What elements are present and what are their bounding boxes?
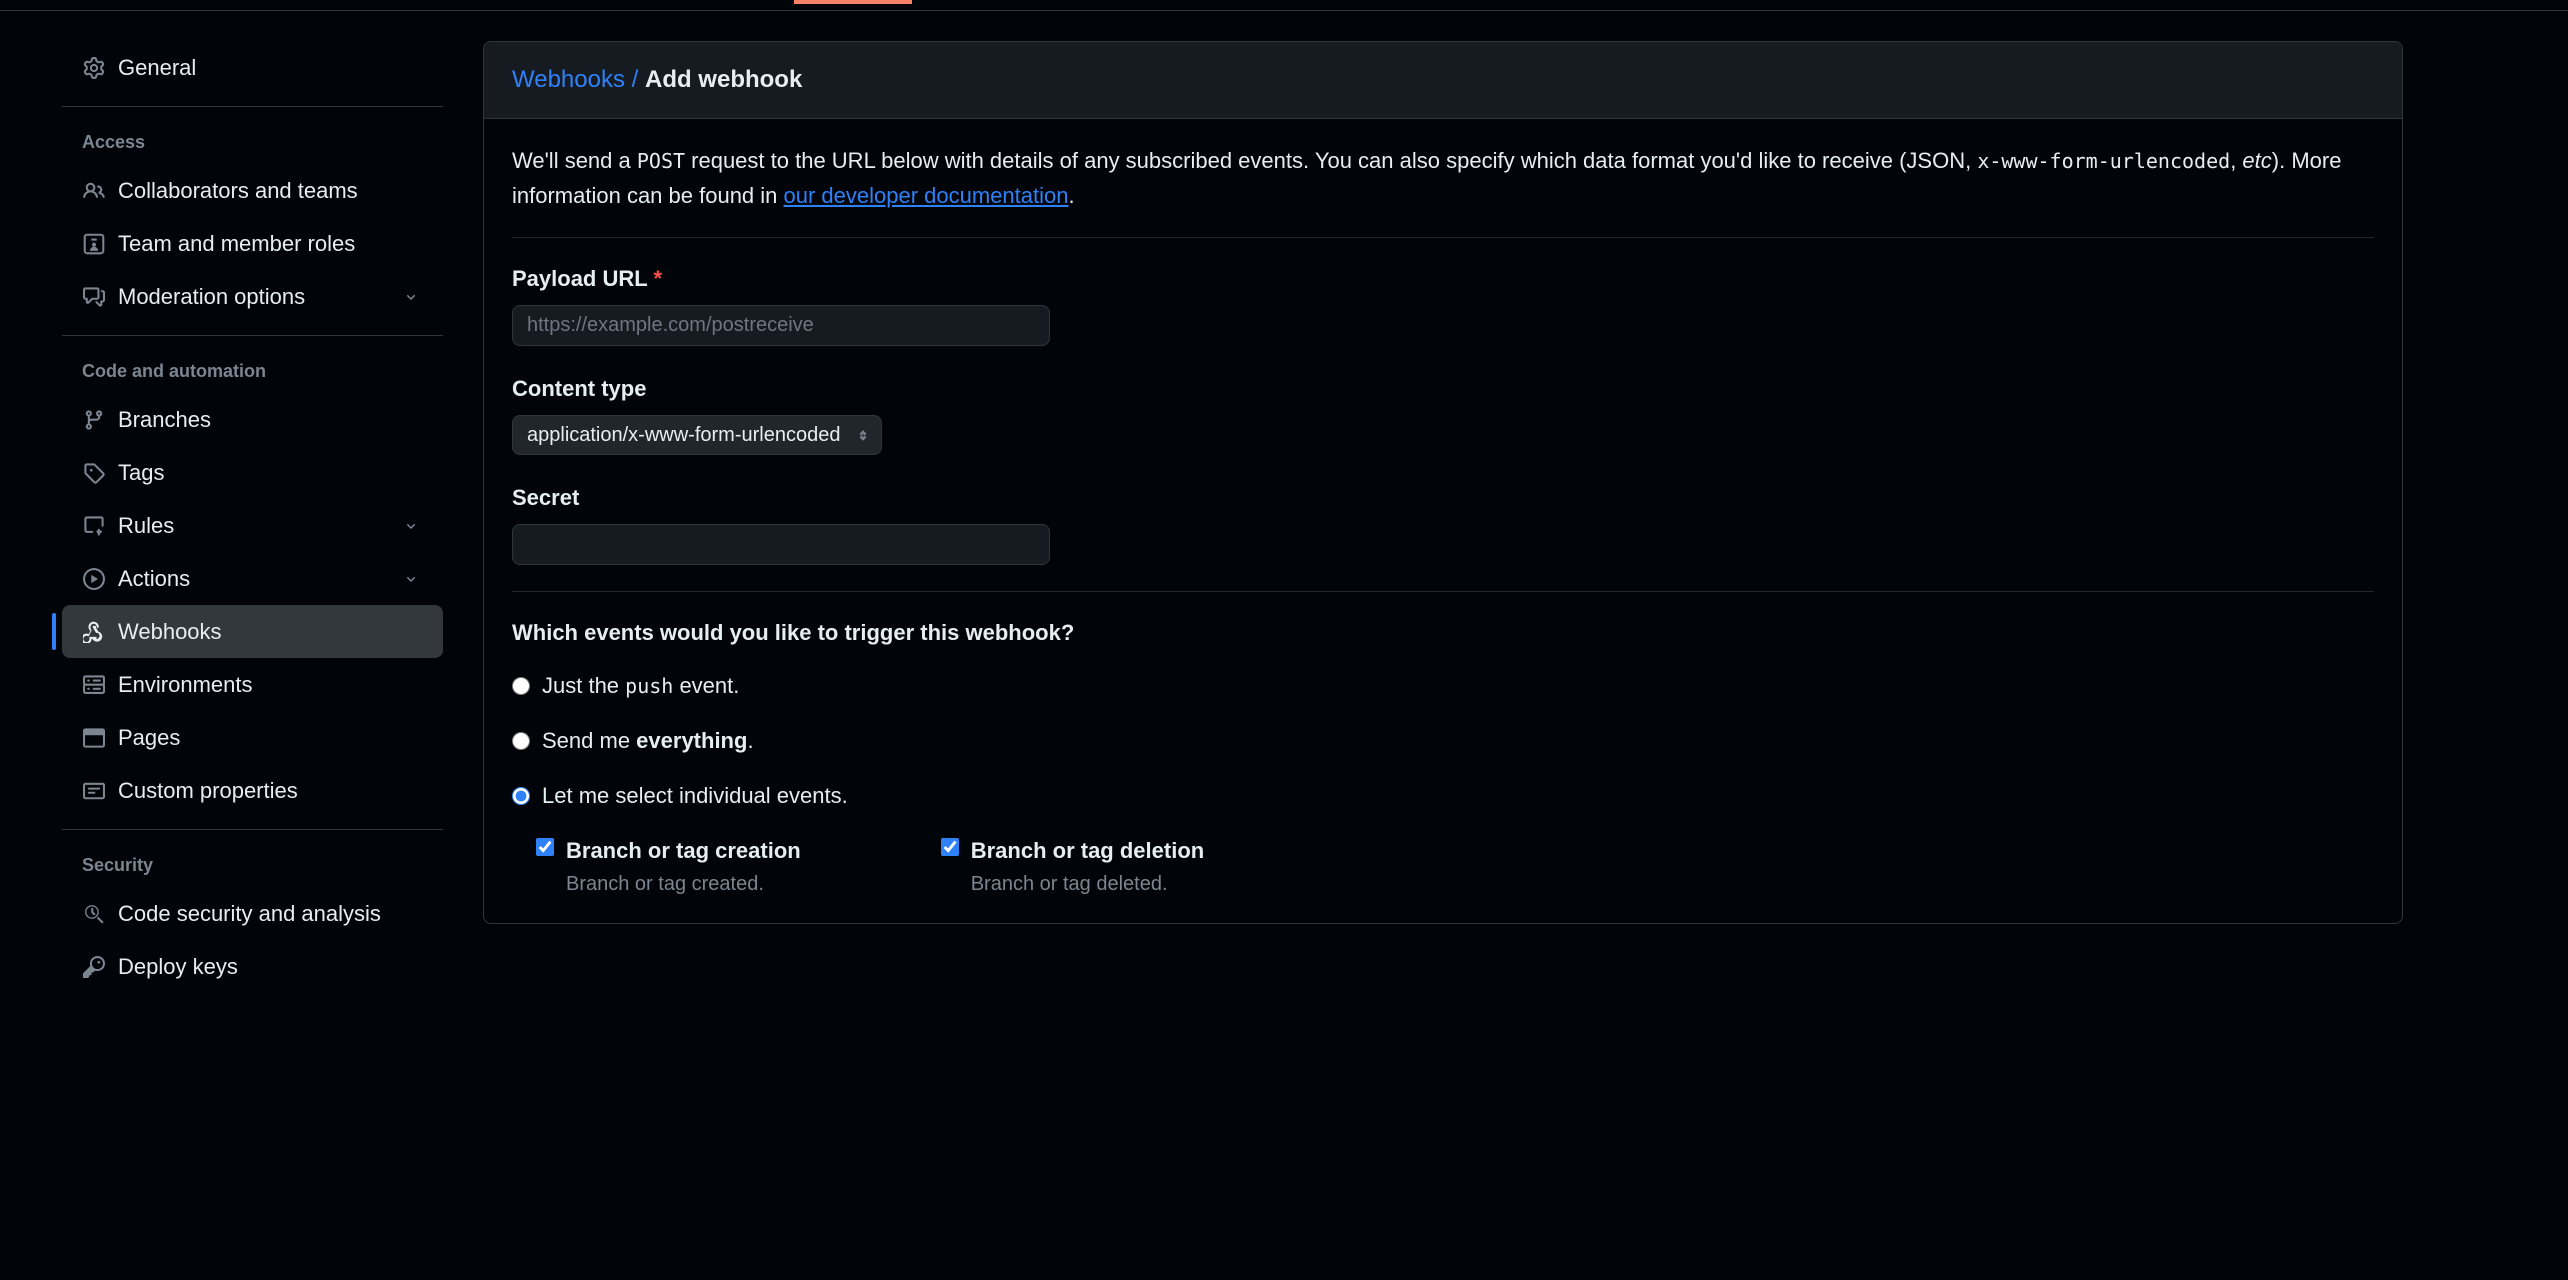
gear-icon (82, 56, 106, 80)
event-name: Branch or tag creation (566, 834, 801, 867)
settings-sidebar: General Access Collaborators and teams T… (0, 41, 463, 993)
git-branch-icon (82, 408, 106, 432)
secret-label: Secret (512, 481, 2374, 514)
browser-icon (82, 726, 106, 750)
radio-option-select[interactable]: Let me select individual events. (512, 779, 2374, 812)
breadcrumb: Webhooks / Add webhook (484, 42, 2402, 119)
divider (62, 829, 443, 830)
chevron-down-icon (403, 287, 423, 307)
sidebar-item-tags[interactable]: Tags (62, 446, 443, 499)
sidebar-item-label: Actions (118, 562, 403, 595)
sidebar-item-label: Team and member roles (118, 227, 423, 260)
sidebar-item-team-roles[interactable]: Team and member roles (62, 217, 443, 270)
sidebar-item-label: General (118, 51, 423, 84)
divider (62, 106, 443, 107)
sidebar-item-code-security[interactable]: Code security and analysis (62, 887, 443, 940)
code-post: POST (637, 149, 685, 173)
breadcrumb-sep: / (632, 66, 639, 93)
payload-url-label: Payload URL * (512, 262, 2374, 295)
required-asterisk: * (653, 266, 662, 291)
sidebar-item-label: Collaborators and teams (118, 174, 423, 207)
radio-label-push[interactable]: Just the push event. (542, 669, 739, 702)
content-type-select[interactable]: application/x-www-form-urlencoded (512, 415, 882, 455)
event-desc: Branch or tag deleted. (971, 869, 1204, 899)
radio-label-select[interactable]: Let me select individual events. (542, 779, 848, 812)
sidebar-item-label: Code security and analysis (118, 897, 423, 930)
event-item-deletion[interactable]: Branch or tag deletion Branch or tag del… (941, 834, 1204, 899)
top-loading-bar (0, 0, 2568, 11)
content-type-label: Content type (512, 372, 2374, 405)
tag-icon (82, 461, 106, 485)
sidebar-item-deploy-keys[interactable]: Deploy keys (62, 940, 443, 993)
sidebar-item-label: Custom properties (118, 774, 423, 807)
sidebar-item-moderation[interactable]: Moderation options (62, 270, 443, 323)
intro-text: We'll send a POST request to the URL bel… (512, 143, 2374, 213)
repo-push-icon (82, 514, 106, 538)
radio-option-push[interactable]: Just the push event. (512, 669, 2374, 702)
checkbox-branch-deletion[interactable] (941, 838, 959, 856)
server-icon (82, 673, 106, 697)
sidebar-item-collaborators[interactable]: Collaborators and teams (62, 164, 443, 217)
sidebar-section-access: Access (62, 119, 443, 164)
sidebar-item-label: Pages (118, 721, 423, 754)
sidebar-item-label: Tags (118, 456, 423, 489)
events-heading: Which events would you like to trigger t… (512, 616, 2374, 649)
sidebar-item-environments[interactable]: Environments (62, 658, 443, 711)
sidebar-item-rules[interactable]: Rules (62, 499, 443, 552)
breadcrumb-parent[interactable]: Webhooks (512, 66, 625, 93)
chevron-down-icon (403, 569, 423, 589)
sidebar-item-actions[interactable]: Actions (62, 552, 443, 605)
code-urlencoded: x-www-form-urlencoded (1977, 149, 2230, 173)
sidebar-item-branches[interactable]: Branches (62, 393, 443, 446)
radio-label-everything[interactable]: Send me everything. (542, 724, 754, 757)
checkbox-branch-creation[interactable] (536, 838, 554, 856)
id-badge-icon (82, 232, 106, 256)
key-icon (82, 955, 106, 979)
divider (62, 335, 443, 336)
sidebar-item-custom-properties[interactable]: Custom properties (62, 764, 443, 817)
comment-discussion-icon (82, 285, 106, 309)
sidebar-item-general[interactable]: General (62, 41, 443, 94)
chevron-down-icon (403, 516, 423, 536)
radio-option-everything[interactable]: Send me everything. (512, 724, 2374, 757)
payload-url-input[interactable] (512, 305, 1050, 346)
codescan-icon (82, 902, 106, 926)
event-name: Branch or tag deletion (971, 834, 1204, 867)
event-item-creation[interactable]: Branch or tag creation Branch or tag cre… (536, 834, 801, 899)
doc-link[interactable]: our developer documentation (784, 183, 1069, 208)
radio-select[interactable] (512, 787, 530, 805)
sidebar-item-pages[interactable]: Pages (62, 711, 443, 764)
people-icon (82, 179, 106, 203)
sidebar-item-label: Rules (118, 509, 403, 542)
radio-push[interactable] (512, 677, 530, 695)
sidebar-item-label: Webhooks (118, 615, 423, 648)
webhook-icon (82, 620, 106, 644)
main-content: Webhooks / Add webhook We'll send a POST… (463, 41, 2568, 993)
sidebar-item-webhooks[interactable]: Webhooks (62, 605, 443, 658)
divider (512, 591, 2374, 592)
webhook-panel: Webhooks / Add webhook We'll send a POST… (483, 41, 2403, 924)
breadcrumb-current: Add webhook (645, 66, 802, 93)
sidebar-item-label: Moderation options (118, 280, 403, 313)
play-icon (82, 567, 106, 591)
divider (512, 237, 2374, 238)
event-desc: Branch or tag created. (566, 869, 801, 899)
note-icon (82, 779, 106, 803)
radio-everything[interactable] (512, 732, 530, 750)
secret-input[interactable] (512, 524, 1050, 565)
sidebar-section-code: Code and automation (62, 348, 443, 393)
sidebar-item-label: Deploy keys (118, 950, 423, 983)
sidebar-section-security: Security (62, 842, 443, 887)
sidebar-item-label: Environments (118, 668, 423, 701)
sidebar-item-label: Branches (118, 403, 423, 436)
